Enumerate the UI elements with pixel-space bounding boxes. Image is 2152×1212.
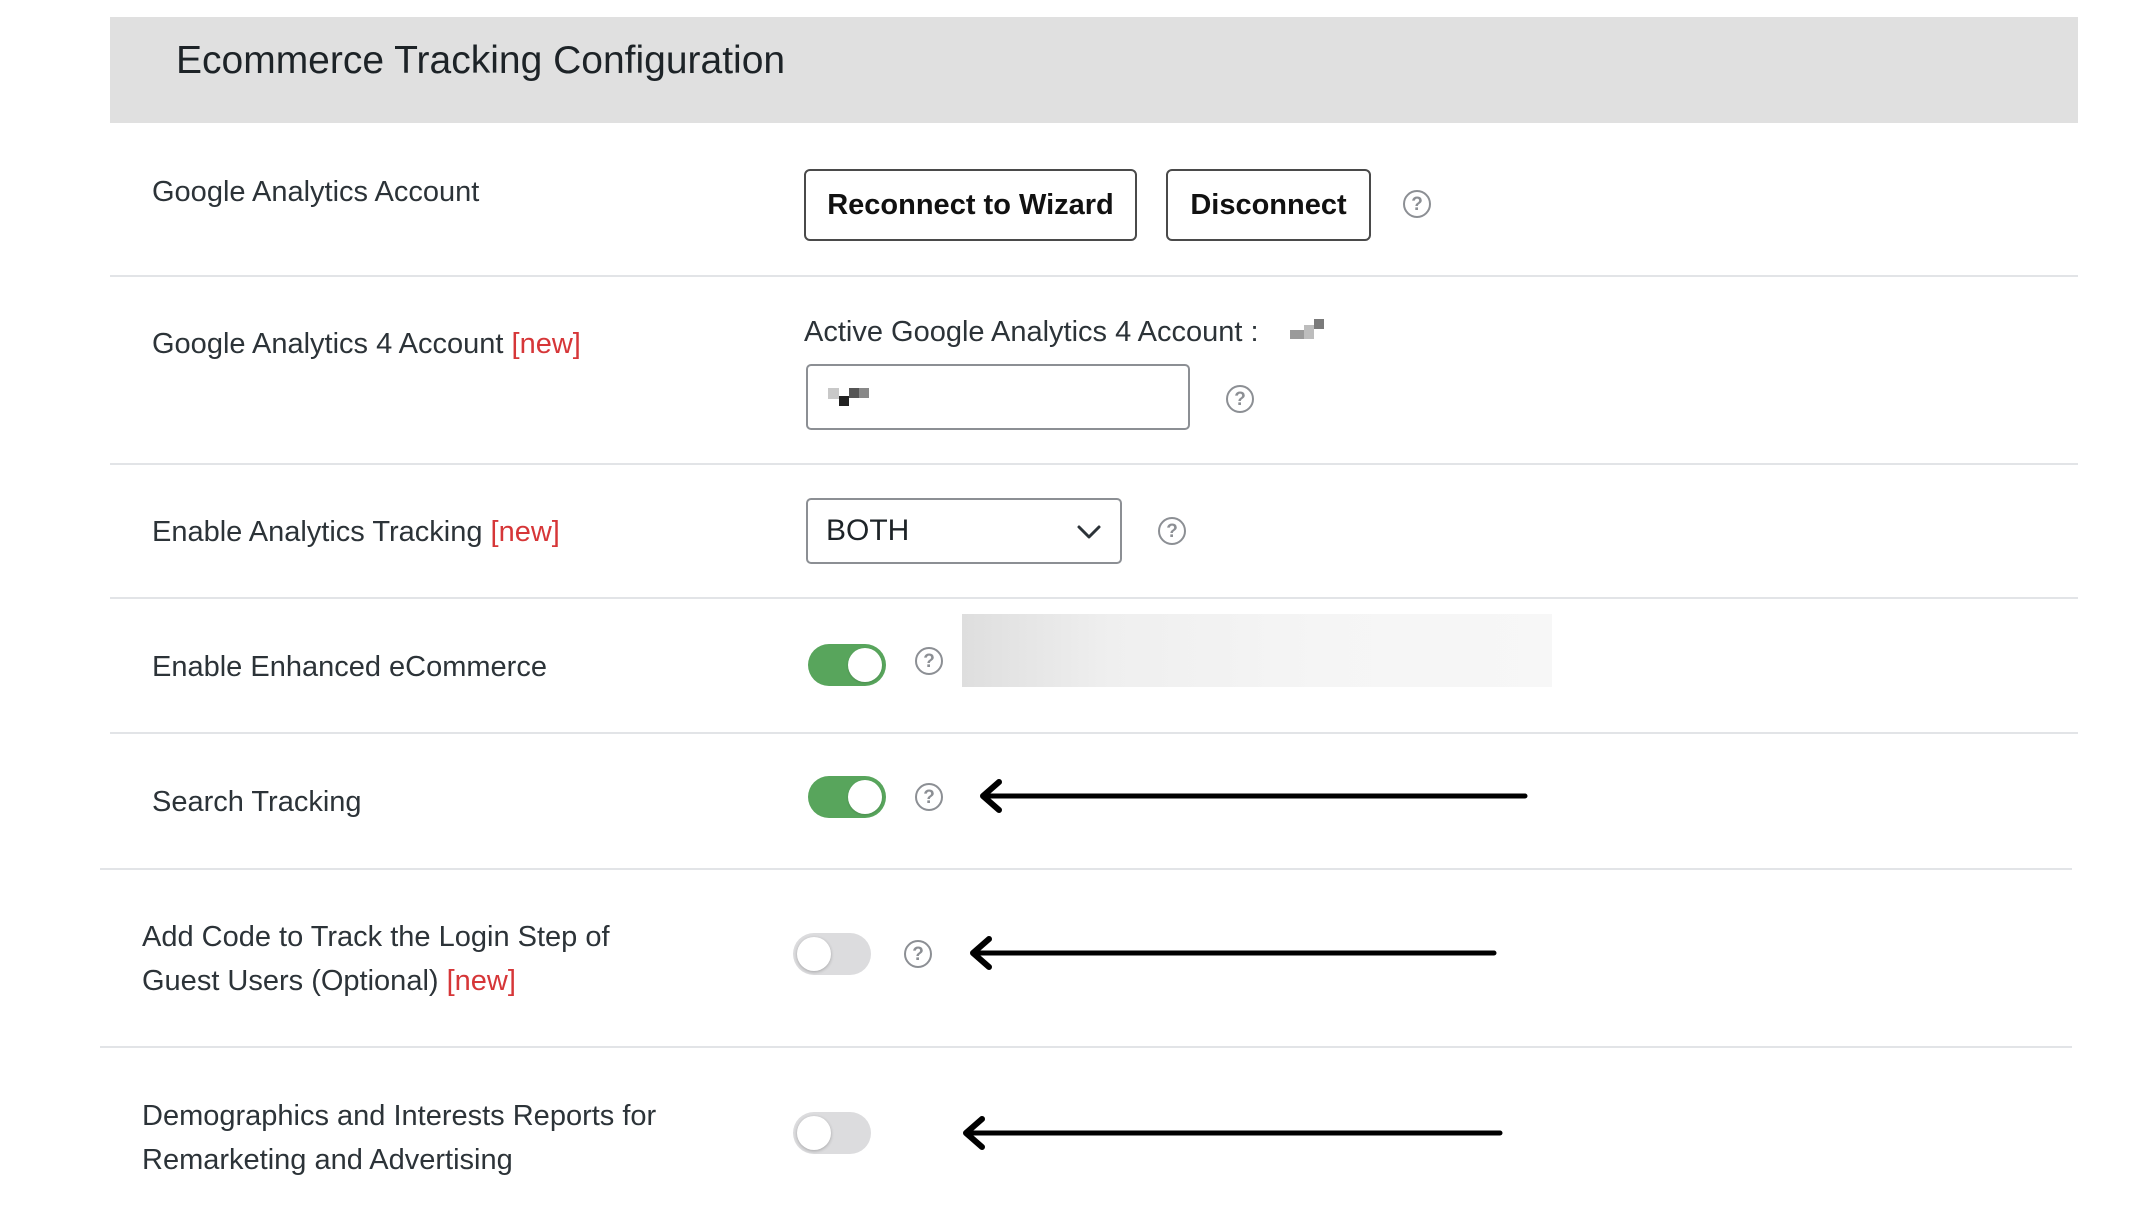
ga4-account-label-text: Google Analytics 4 Account xyxy=(152,328,504,360)
redacted-account-id-part xyxy=(1314,319,1324,329)
arrow-left-icon xyxy=(980,779,1528,813)
help-icon[interactable]: ? xyxy=(1226,385,1254,413)
ga4-measurement-id-input[interactable] xyxy=(806,364,1190,430)
active-ga4-account-label: Active Google Analytics 4 Account : xyxy=(804,316,1259,348)
arrow-left-icon xyxy=(970,936,1497,970)
new-badge: [new] xyxy=(511,328,581,360)
toggle-knob xyxy=(848,648,882,682)
analytics-tracking-selected-value: BOTH xyxy=(826,514,910,547)
redacted-input-value-part xyxy=(839,396,849,406)
reconnect-to-wizard-button[interactable]: Reconnect to Wizard xyxy=(804,169,1137,241)
demographics-label-line1: Demographics and Interests Reports for xyxy=(142,1100,657,1132)
new-badge: [new] xyxy=(490,516,560,548)
analytics-tracking-select[interactable]: BOTH xyxy=(806,498,1122,564)
help-icon[interactable]: ? xyxy=(915,783,943,811)
toggle-knob xyxy=(848,780,882,814)
search-tracking-toggle[interactable] xyxy=(808,776,886,818)
help-icon[interactable]: ? xyxy=(1158,517,1186,545)
login-step-label: Add Code to Track the Login Step of Gues… xyxy=(142,915,610,1003)
demographics-toggle[interactable] xyxy=(793,1112,871,1154)
chevron-down-icon xyxy=(1077,525,1101,539)
redacted-input-value-part xyxy=(859,388,869,398)
login-step-label-line1: Add Code to Track the Login Step of xyxy=(142,921,610,953)
active-ga4-account-text: Active Google Analytics 4 Account : xyxy=(804,310,1259,354)
ga-account-label: Google Analytics Account xyxy=(152,176,480,208)
row-divider xyxy=(110,597,2078,599)
blurred-area xyxy=(962,614,1552,687)
section-header: Ecommerce Tracking Configuration xyxy=(110,17,2078,123)
enhanced-ecommerce-toggle[interactable] xyxy=(808,644,886,686)
disconnect-button[interactable]: Disconnect xyxy=(1166,169,1371,241)
demographics-label-line2: Remarketing and Advertising xyxy=(142,1144,513,1176)
login-step-toggle[interactable] xyxy=(793,933,871,975)
analytics-tracking-label-text: Enable Analytics Tracking xyxy=(152,516,483,548)
login-step-label-line2: Guest Users (Optional) xyxy=(142,965,439,997)
new-badge: [new] xyxy=(446,965,516,997)
row-divider xyxy=(110,732,2078,734)
section-title: Ecommerce Tracking Configuration xyxy=(176,39,786,82)
help-icon[interactable]: ? xyxy=(1403,190,1431,218)
arrow-left-icon xyxy=(963,1116,1503,1150)
toggle-knob xyxy=(797,937,831,971)
row-divider xyxy=(110,463,2078,465)
row-divider xyxy=(110,275,2078,277)
toggle-knob xyxy=(797,1116,831,1150)
search-tracking-label: Search Tracking xyxy=(152,786,362,818)
ga4-account-label: Google Analytics 4 Account [new] xyxy=(152,322,581,366)
redacted-input-value-part xyxy=(849,388,859,398)
analytics-tracking-label: Enable Analytics Tracking [new] xyxy=(152,510,560,554)
login-step-label-line2-wrap: Guest Users (Optional) [new] xyxy=(142,959,610,1003)
help-icon[interactable]: ? xyxy=(904,940,932,968)
redacted-input-value xyxy=(828,388,839,399)
demographics-label: Demographics and Interests Reports for R… xyxy=(142,1094,656,1182)
enhanced-ecommerce-label: Enable Enhanced eCommerce xyxy=(152,651,547,683)
redacted-account-id-part xyxy=(1304,325,1314,339)
help-icon[interactable]: ? xyxy=(915,647,943,675)
redacted-account-id xyxy=(1290,330,1304,339)
row-divider xyxy=(100,868,2072,870)
row-divider xyxy=(100,1046,2072,1048)
